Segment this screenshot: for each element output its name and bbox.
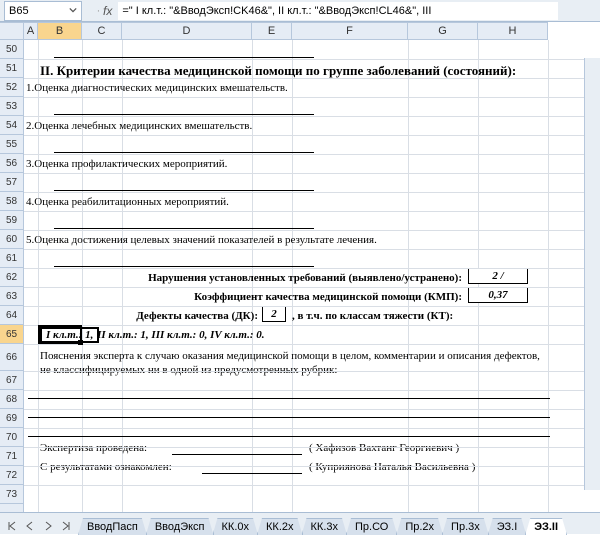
row-header[interactable]: 63 (0, 287, 23, 306)
vertical-scrollbar[interactable] (584, 58, 600, 490)
row-header[interactable]: 72 (0, 466, 23, 485)
col-header-B[interactable]: B (38, 23, 82, 39)
grid-header-row: A B C D E F G H (0, 22, 600, 40)
class-breakdown: I кл.т.: 1, II кл.т.: 1, III кл.т.: 0, I… (40, 327, 265, 341)
sheet-tab[interactable]: ВводЭксп (146, 518, 214, 535)
sheet-tab-selected[interactable]: ЭЗ.II (525, 518, 567, 535)
row-header[interactable]: 62 (0, 268, 23, 287)
row-header[interactable]: 67 (0, 371, 23, 390)
kmp-label: Коэффициент качества медицинской помощи … (154, 289, 462, 303)
fx-icon[interactable]: fx (103, 4, 112, 18)
underline (172, 454, 302, 455)
underline (54, 266, 314, 267)
col-header-C[interactable]: C (82, 23, 122, 39)
row-headers: 50 51 52 53 54 55 56 57 58 59 60 61 62 6… (0, 40, 24, 512)
row-header[interactable]: 53 (0, 97, 23, 116)
tab-next-icon[interactable] (40, 518, 56, 534)
formula-bar: B65 · fx (0, 0, 600, 22)
grid-body[interactable]: II. Критерии качества медицинской помощи… (24, 40, 600, 512)
active-cell-text-part2: II кл.т.: 1, III кл.т.: 0, IV кл.т.: 0. (97, 329, 264, 341)
defects-label: Дефекты качества (ДК): (128, 308, 258, 322)
column-headers: A B C D E F G H (24, 22, 548, 40)
kmp-value: 0,37 (468, 287, 528, 303)
row-header[interactable]: 66 (0, 344, 23, 371)
sheet-tab[interactable]: ВводПасп (78, 518, 147, 535)
row-header[interactable]: 71 (0, 447, 23, 466)
tab-prev-icon[interactable] (22, 518, 38, 534)
col-header-F[interactable]: F (292, 23, 408, 39)
select-all-corner[interactable] (0, 22, 24, 40)
chevron-down-icon[interactable] (69, 5, 77, 17)
underline (28, 417, 550, 418)
cell-reference-text: B65 (9, 5, 29, 17)
underline (202, 473, 302, 474)
row-header[interactable]: 50 (0, 40, 23, 59)
row-header[interactable]: 58 (0, 192, 23, 211)
sheet-tab[interactable]: КК.0х (213, 518, 259, 535)
defects-tail: , в т.ч. по классам тяжести (КТ): (292, 308, 453, 322)
row-header[interactable]: 57 (0, 173, 23, 192)
item-4: 4.Оценка реабилитационных мероприятий. (26, 194, 229, 208)
sheet-tab[interactable]: Пр.2х (396, 518, 443, 535)
cell-reference-box[interactable]: B65 (4, 1, 82, 21)
tab-nav-buttons (0, 518, 78, 534)
col-header-H[interactable]: H (478, 23, 548, 39)
row-header[interactable]: 60 (0, 230, 23, 249)
row-header[interactable]: 55 (0, 135, 23, 154)
row-header[interactable]: 68 (0, 390, 23, 409)
row-header[interactable]: 65 (0, 325, 23, 344)
row-header[interactable]: 69 (0, 409, 23, 428)
col-header-D[interactable]: D (122, 23, 252, 39)
underline (54, 152, 314, 153)
underline (28, 436, 550, 437)
active-cell-text-part1: I кл.т.: 1, (40, 327, 99, 343)
underline (54, 190, 314, 191)
row-header[interactable]: 70 (0, 428, 23, 447)
violations-label: Нарушения установленных требований (выяв… (122, 270, 462, 284)
sheet-tab[interactable]: Пр.3х (442, 518, 489, 535)
item-5: 5.Оценка достижения целевых значений пок… (26, 232, 377, 246)
formula-input[interactable] (118, 2, 558, 20)
underline (28, 398, 550, 399)
row-header[interactable]: 52 (0, 78, 23, 97)
sheet-tabs-bar: ВводПасп ВводЭксп КК.0х КК.2х КК.3х Пр.С… (0, 512, 600, 534)
col-header-G[interactable]: G (408, 23, 478, 39)
sheet-tab[interactable]: ЭЗ.I (488, 518, 527, 535)
defects-value: 2 (262, 306, 286, 322)
row-header[interactable]: 73 (0, 485, 23, 504)
tab-last-icon[interactable] (58, 518, 74, 534)
row-header[interactable]: 54 (0, 116, 23, 135)
item-1: 1.Оценка диагностических медицинских вме… (26, 80, 288, 94)
sheet-tab[interactable]: КК.3х (302, 518, 348, 535)
row-header[interactable]: 59 (0, 211, 23, 230)
row-header[interactable]: 61 (0, 249, 23, 268)
sheet-tab[interactable]: Пр.СО (346, 518, 397, 535)
explanation-text: Пояснения эксперта к случаю оказания мед… (40, 347, 550, 377)
row-header[interactable]: 64 (0, 306, 23, 325)
section-title: II. Критерии качества медицинской помощи… (40, 61, 580, 79)
violations-value: 2 / (468, 268, 528, 284)
formula-area: · fx (94, 2, 558, 20)
row-header[interactable]: 56 (0, 154, 23, 173)
underline (54, 228, 314, 229)
col-header-E[interactable]: E (252, 23, 292, 39)
item-2: 2.Оценка лечебных медицинских вмешательс… (26, 118, 252, 132)
tab-first-icon[interactable] (4, 518, 20, 534)
sheet-tab[interactable]: КК.2х (257, 518, 303, 535)
item-3: 3.Оценка профилактических мероприятий. (26, 156, 227, 170)
formula-cancel-icon: · (94, 5, 103, 17)
row-header[interactable]: 51 (0, 59, 23, 78)
col-header-A[interactable]: A (24, 23, 38, 39)
underline (54, 57, 314, 58)
underline (54, 114, 314, 115)
